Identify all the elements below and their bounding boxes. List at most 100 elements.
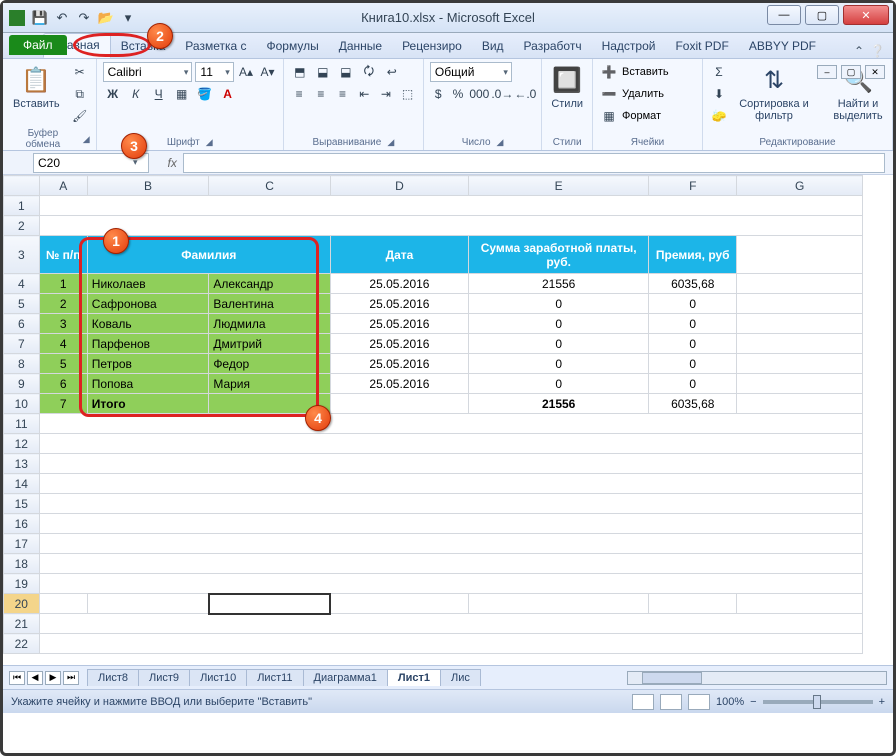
insert-cells-button[interactable]: Вставить — [622, 66, 669, 78]
comma-button[interactable]: 000 — [469, 84, 489, 104]
autosum-button[interactable]: Σ — [709, 62, 729, 82]
cell[interactable]: 0 — [469, 374, 649, 394]
row-header[interactable]: 17 — [4, 534, 40, 554]
col-header-c[interactable]: C — [209, 176, 331, 196]
cell[interactable] — [737, 274, 863, 294]
sheet-tab-active[interactable]: Лист1 — [387, 669, 441, 686]
row-header[interactable]: 8 — [4, 354, 40, 374]
cell[interactable] — [39, 554, 862, 574]
tab-data[interactable]: Данные — [329, 35, 392, 58]
zoom-in-button[interactable]: + — [879, 696, 885, 708]
cell[interactable]: 6 — [39, 374, 87, 394]
font-name-combo[interactable]: Calibri — [103, 62, 193, 82]
cell[interactable]: Итого — [87, 394, 209, 414]
cell[interactable]: 0 — [649, 314, 737, 334]
increase-font-button[interactable]: A▴ — [237, 62, 256, 82]
cell[interactable] — [330, 394, 468, 414]
row-header[interactable]: 14 — [4, 474, 40, 494]
cell[interactable] — [39, 514, 862, 534]
fx-icon[interactable]: fx — [168, 156, 177, 170]
cell[interactable]: 25.05.2016 — [330, 354, 468, 374]
merge-button[interactable]: ⬚ — [398, 84, 417, 104]
view-pagebreak-button[interactable] — [688, 694, 710, 710]
cut-button[interactable]: ✂ — [70, 62, 90, 82]
align-right-button[interactable]: ≡ — [333, 84, 352, 104]
cell[interactable] — [39, 594, 87, 614]
sheet-nav-first[interactable]: ⏮ — [9, 671, 25, 685]
cell[interactable]: Фамилия — [87, 236, 330, 274]
col-header-f[interactable]: F — [649, 176, 737, 196]
increase-decimal-button[interactable]: .0→ — [492, 84, 512, 104]
cell[interactable] — [737, 374, 863, 394]
zoom-thumb[interactable] — [813, 695, 821, 709]
delete-cells-icon[interactable]: ➖ — [599, 84, 619, 104]
row-header[interactable]: 10 — [4, 394, 40, 414]
qat-redo[interactable]: ↷ — [75, 9, 93, 27]
tab-review[interactable]: Рецензиро — [392, 35, 472, 58]
cell[interactable]: 1 — [39, 274, 87, 294]
row-header[interactable]: 6 — [4, 314, 40, 334]
sheet-nav-last[interactable]: ⏭ — [63, 671, 79, 685]
row-header[interactable]: 5 — [4, 294, 40, 314]
cell[interactable] — [737, 314, 863, 334]
cell[interactable]: 25.05.2016 — [330, 334, 468, 354]
number-dialog-launcher[interactable]: ◢ — [497, 137, 504, 148]
sheet-nav-prev[interactable]: ◀ — [27, 671, 43, 685]
view-normal-button[interactable] — [632, 694, 654, 710]
view-layout-button[interactable] — [660, 694, 682, 710]
delete-cells-button[interactable]: Удалить — [622, 88, 664, 100]
decrease-font-button[interactable]: A▾ — [258, 62, 277, 82]
cell[interactable]: 0 — [469, 294, 649, 314]
fill-color-button[interactable]: 🪣 — [195, 84, 215, 104]
cell[interactable]: Премия, руб — [649, 236, 737, 274]
qat-open[interactable]: 📂 — [97, 9, 115, 27]
font-color-button[interactable]: A — [218, 84, 238, 104]
align-bottom-button[interactable]: ⬓ — [336, 62, 356, 82]
row-header[interactable]: 3 — [4, 236, 40, 274]
cell[interactable]: 21556 — [469, 274, 649, 294]
row-header[interactable]: 19 — [4, 574, 40, 594]
cell[interactable]: 25.05.2016 — [330, 314, 468, 334]
ribbon-minimize-icon[interactable]: ⌃ — [854, 44, 864, 58]
row-header[interactable]: 13 — [4, 454, 40, 474]
minimize-button[interactable]: — — [767, 5, 801, 25]
sheet-tab[interactable]: Лист11 — [246, 669, 303, 686]
cell[interactable] — [737, 334, 863, 354]
cell[interactable]: 7 — [39, 394, 87, 414]
formula-bar[interactable] — [183, 153, 885, 173]
col-header-a[interactable]: A — [39, 176, 87, 196]
tab-foxit[interactable]: Foxit PDF — [665, 35, 738, 58]
alignment-dialog-launcher[interactable]: ◢ — [387, 137, 394, 148]
cell[interactable]: 25.05.2016 — [330, 274, 468, 294]
cell[interactable]: 4 — [39, 334, 87, 354]
cell[interactable]: 0 — [469, 314, 649, 334]
doc-restore-button[interactable]: ▢ — [841, 65, 861, 79]
cell[interactable]: 0 — [469, 334, 649, 354]
cell[interactable]: Людмила — [209, 314, 331, 334]
row-header[interactable]: 20 — [4, 594, 40, 614]
cell[interactable] — [737, 354, 863, 374]
cell[interactable]: 6035,68 — [649, 274, 737, 294]
cell[interactable]: 3 — [39, 314, 87, 334]
format-cells-button[interactable]: Формат — [622, 110, 661, 122]
tab-view[interactable]: Вид — [472, 35, 514, 58]
row-header[interactable]: 12 — [4, 434, 40, 454]
cell[interactable]: 2 — [39, 294, 87, 314]
zoom-slider[interactable] — [763, 700, 873, 704]
cell[interactable]: Валентина — [209, 294, 331, 314]
decrease-decimal-button[interactable]: ←.0 — [515, 84, 535, 104]
cell[interactable]: Коваль — [87, 314, 209, 334]
col-header-g[interactable]: G — [737, 176, 863, 196]
percent-button[interactable]: % — [450, 84, 467, 104]
cell[interactable]: Петров — [87, 354, 209, 374]
fill-button[interactable]: ⬇ — [709, 84, 729, 104]
align-left-button[interactable]: ≡ — [290, 84, 309, 104]
tab-developer[interactable]: Разработч — [514, 35, 592, 58]
qat-save[interactable]: 💾 — [31, 9, 49, 27]
cell[interactable] — [469, 594, 649, 614]
number-format-combo[interactable]: Общий — [430, 62, 512, 82]
cell[interactable] — [39, 634, 862, 654]
row-header[interactable]: 22 — [4, 634, 40, 654]
doc-min-button[interactable]: – — [817, 65, 837, 79]
cell[interactable] — [737, 594, 863, 614]
